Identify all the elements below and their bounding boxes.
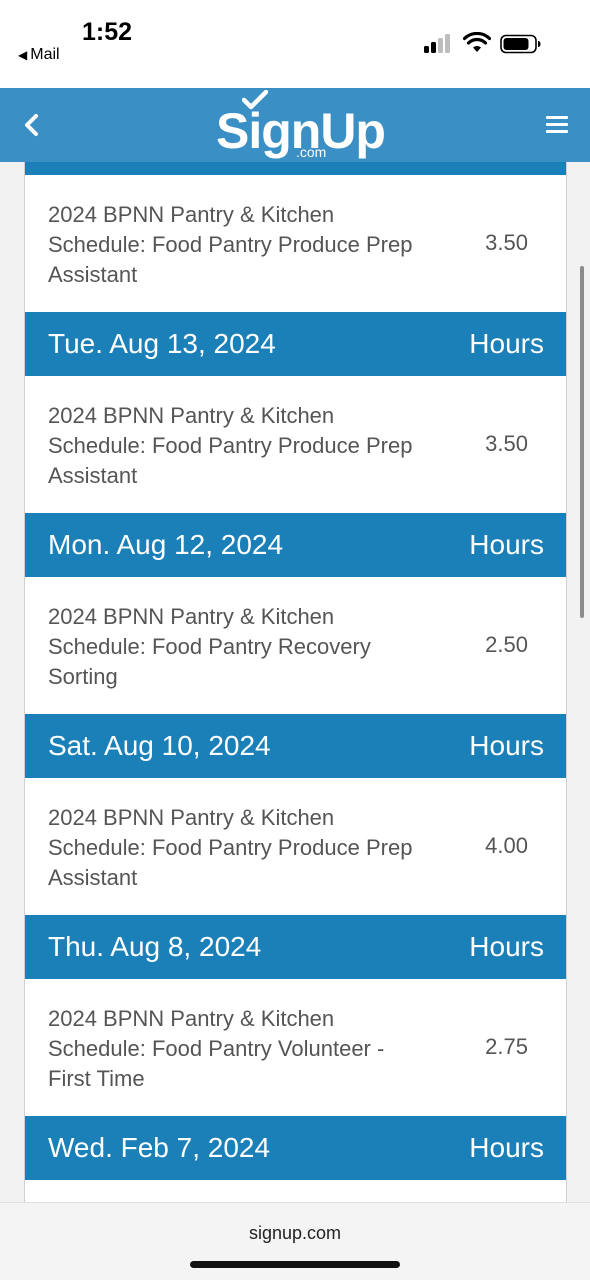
status-time: 1:52 (82, 18, 133, 46)
date-header: Wed. Feb 7, 2024 Hours (25, 1116, 566, 1180)
task-row[interactable]: 2024 BPNN Pantry & Kitchen Schedule: Foo… (25, 175, 566, 312)
hours-column-label: Hours (469, 1132, 544, 1163)
schedule-list[interactable]: 2024 BPNN Pantry & Kitchen Schedule: Foo… (24, 162, 567, 1202)
task-hours: 2.75 (485, 1034, 528, 1059)
task-row-partial[interactable] (25, 1180, 566, 1202)
hamburger-menu-icon[interactable] (546, 116, 570, 134)
task-row[interactable]: 2024 BPNN Pantry & Kitchen Schedule: Foo… (25, 577, 566, 714)
date-label: Sat. Aug 10, 2024 (48, 730, 271, 761)
logo-domain: .com (296, 144, 327, 160)
cellular-signal-icon (424, 33, 454, 53)
task-name: 2024 BPNN Pantry & Kitchen Schedule: Foo… (48, 403, 413, 488)
back-app-label: Mail (30, 46, 60, 63)
task-row[interactable]: 2024 BPNN Pantry & Kitchen Schedule: Foo… (25, 979, 566, 1116)
browser-bottom-bar: signup.com (0, 1202, 590, 1280)
wifi-icon (463, 32, 491, 52)
back-to-mail-link[interactable]: ◀ Mail (18, 46, 60, 64)
back-button[interactable] (18, 110, 46, 140)
date-label: Thu. Aug 8, 2024 (48, 931, 262, 962)
date-header: Sat. Aug 10, 2024 Hours (25, 714, 566, 778)
scrollbar[interactable] (580, 266, 584, 618)
battery-icon (500, 34, 541, 54)
hours-column-label: Hours (469, 328, 544, 359)
date-label: Wed. Feb 7, 2024 (48, 1132, 271, 1163)
app-header: SignUp .com (0, 88, 590, 162)
status-bar: 1:52 ◀ Mail (0, 0, 590, 88)
task-hours: 4.00 (485, 833, 528, 858)
task-hours: 3.50 (485, 431, 528, 456)
hours-column-label: Hours (469, 730, 544, 761)
task-row[interactable]: 2024 BPNN Pantry & Kitchen Schedule: Foo… (25, 376, 566, 513)
task-name: 2024 BPNN Pantry & Kitchen Schedule: Foo… (48, 604, 371, 689)
task-hours: 3.50 (485, 230, 528, 255)
date-label: Tue. Aug 13, 2024 (48, 328, 276, 359)
back-arrow-icon: ◀ (18, 48, 28, 62)
hours-column-label: Hours (469, 931, 544, 962)
url-label[interactable]: signup.com (0, 1223, 590, 1244)
home-indicator[interactable] (190, 1261, 400, 1268)
date-header-partial (25, 162, 566, 175)
date-header: Mon. Aug 12, 2024 Hours (25, 513, 566, 577)
hours-column-label: Hours (469, 529, 544, 560)
date-label: Mon. Aug 12, 2024 (48, 529, 284, 560)
signup-logo[interactable]: SignUp .com (216, 90, 386, 160)
date-header: Thu. Aug 8, 2024 Hours (25, 915, 566, 979)
task-name: 2024 BPNN Pantry & Kitchen Schedule: Foo… (48, 805, 413, 890)
date-header: Tue. Aug 13, 2024 Hours (25, 312, 566, 376)
task-name: 2024 BPNN Pantry & Kitchen Schedule: Foo… (48, 1006, 385, 1091)
task-name: 2024 BPNN Pantry & Kitchen Schedule: Foo… (48, 202, 413, 287)
task-hours: 2.50 (485, 632, 528, 657)
task-row[interactable]: 2024 BPNN Pantry & Kitchen Schedule: Foo… (25, 778, 566, 915)
